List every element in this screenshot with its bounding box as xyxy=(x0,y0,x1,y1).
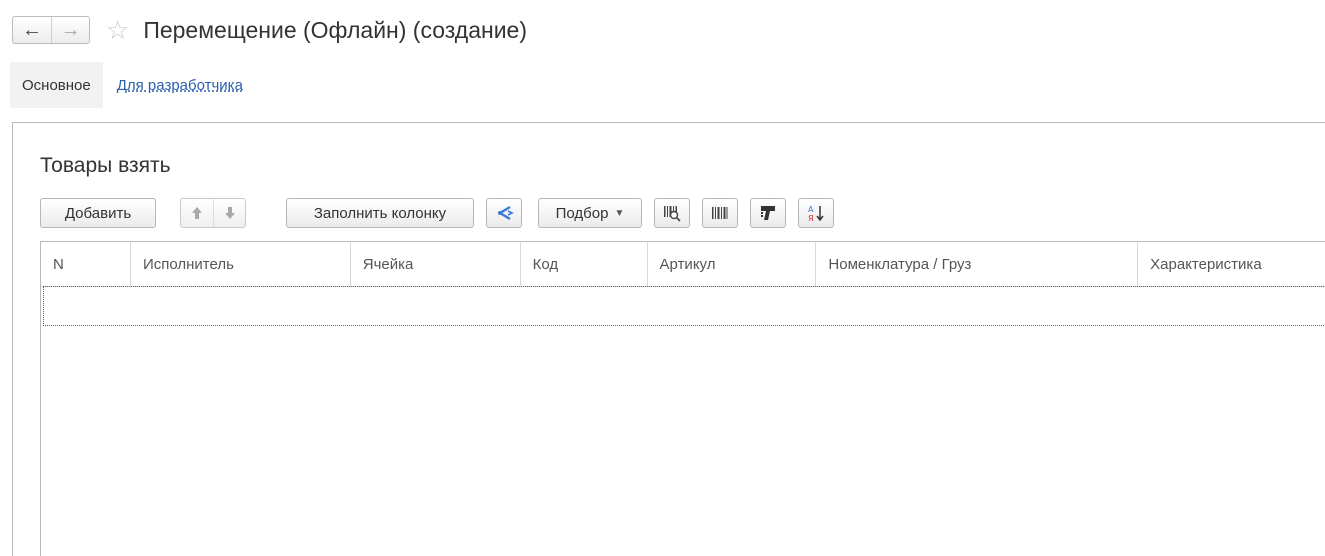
move-buttons xyxy=(180,198,246,228)
table-toolbar: Добавить Заполнить колонку Подбор ▼ A Я xyxy=(40,196,834,230)
scanner-button[interactable] xyxy=(750,198,786,228)
column-header-nomenclature[interactable]: Номенклатура / Груз xyxy=(816,242,1139,287)
favorite-star-icon[interactable]: ☆ xyxy=(106,17,129,43)
table-row[interactable] xyxy=(43,286,1325,326)
sort-alpha-icon: A Я xyxy=(808,205,824,223)
table-header: N Исполнитель Ячейка Код Артикул Номенкл… xyxy=(41,242,1325,287)
svg-text:A: A xyxy=(808,205,814,214)
column-header-article[interactable]: Артикул xyxy=(648,242,817,287)
move-down-button[interactable] xyxy=(213,199,245,227)
column-header-n[interactable]: N xyxy=(41,242,131,287)
section-title: Товары взять xyxy=(40,154,171,177)
sort-button[interactable]: A Я xyxy=(798,198,834,228)
selection-button[interactable]: Подбор ▼ xyxy=(538,198,642,228)
forward-button[interactable]: → xyxy=(51,17,89,43)
form-tabs: Основное Для разработчика xyxy=(10,62,243,108)
share-button[interactable] xyxy=(486,198,522,228)
arrow-up-icon xyxy=(192,207,202,219)
barcode-search-button[interactable] xyxy=(654,198,690,228)
scanner-icon xyxy=(761,206,775,220)
barcode-button[interactable] xyxy=(702,198,738,228)
fill-column-button[interactable]: Заполнить колонку xyxy=(286,198,474,228)
goods-table: N Исполнитель Ячейка Код Артикул Номенкл… xyxy=(40,241,1325,556)
selection-label: Подбор xyxy=(555,204,609,222)
add-button[interactable]: Добавить xyxy=(40,198,156,228)
arrow-left-icon: ← xyxy=(22,18,42,41)
title-bar: ← → ☆ Перемещение (Офлайн) (создание) xyxy=(12,12,527,48)
tab-developer[interactable]: Для разработчика xyxy=(117,77,243,94)
arrow-down-icon xyxy=(224,207,235,219)
column-header-code[interactable]: Код xyxy=(521,242,648,287)
svg-text:Я: Я xyxy=(808,214,814,223)
column-header-cell[interactable]: Ячейка xyxy=(351,242,521,287)
page-title: Перемещение (Офлайн) (создание) xyxy=(143,16,527,43)
barcode-search-icon xyxy=(664,206,681,222)
arrow-right-icon: → xyxy=(60,18,81,41)
back-button[interactable]: ← xyxy=(13,17,51,43)
column-header-executor[interactable]: Исполнитель xyxy=(131,242,351,287)
share-icon xyxy=(497,205,514,221)
barcode-icon xyxy=(712,207,728,219)
tab-main[interactable]: Основное xyxy=(10,62,103,108)
move-up-button[interactable] xyxy=(181,199,213,227)
nav-buttons: ← → xyxy=(12,16,90,44)
column-header-characteristic[interactable]: Характеристика xyxy=(1138,242,1325,287)
chevron-down-icon: ▼ xyxy=(614,207,625,219)
